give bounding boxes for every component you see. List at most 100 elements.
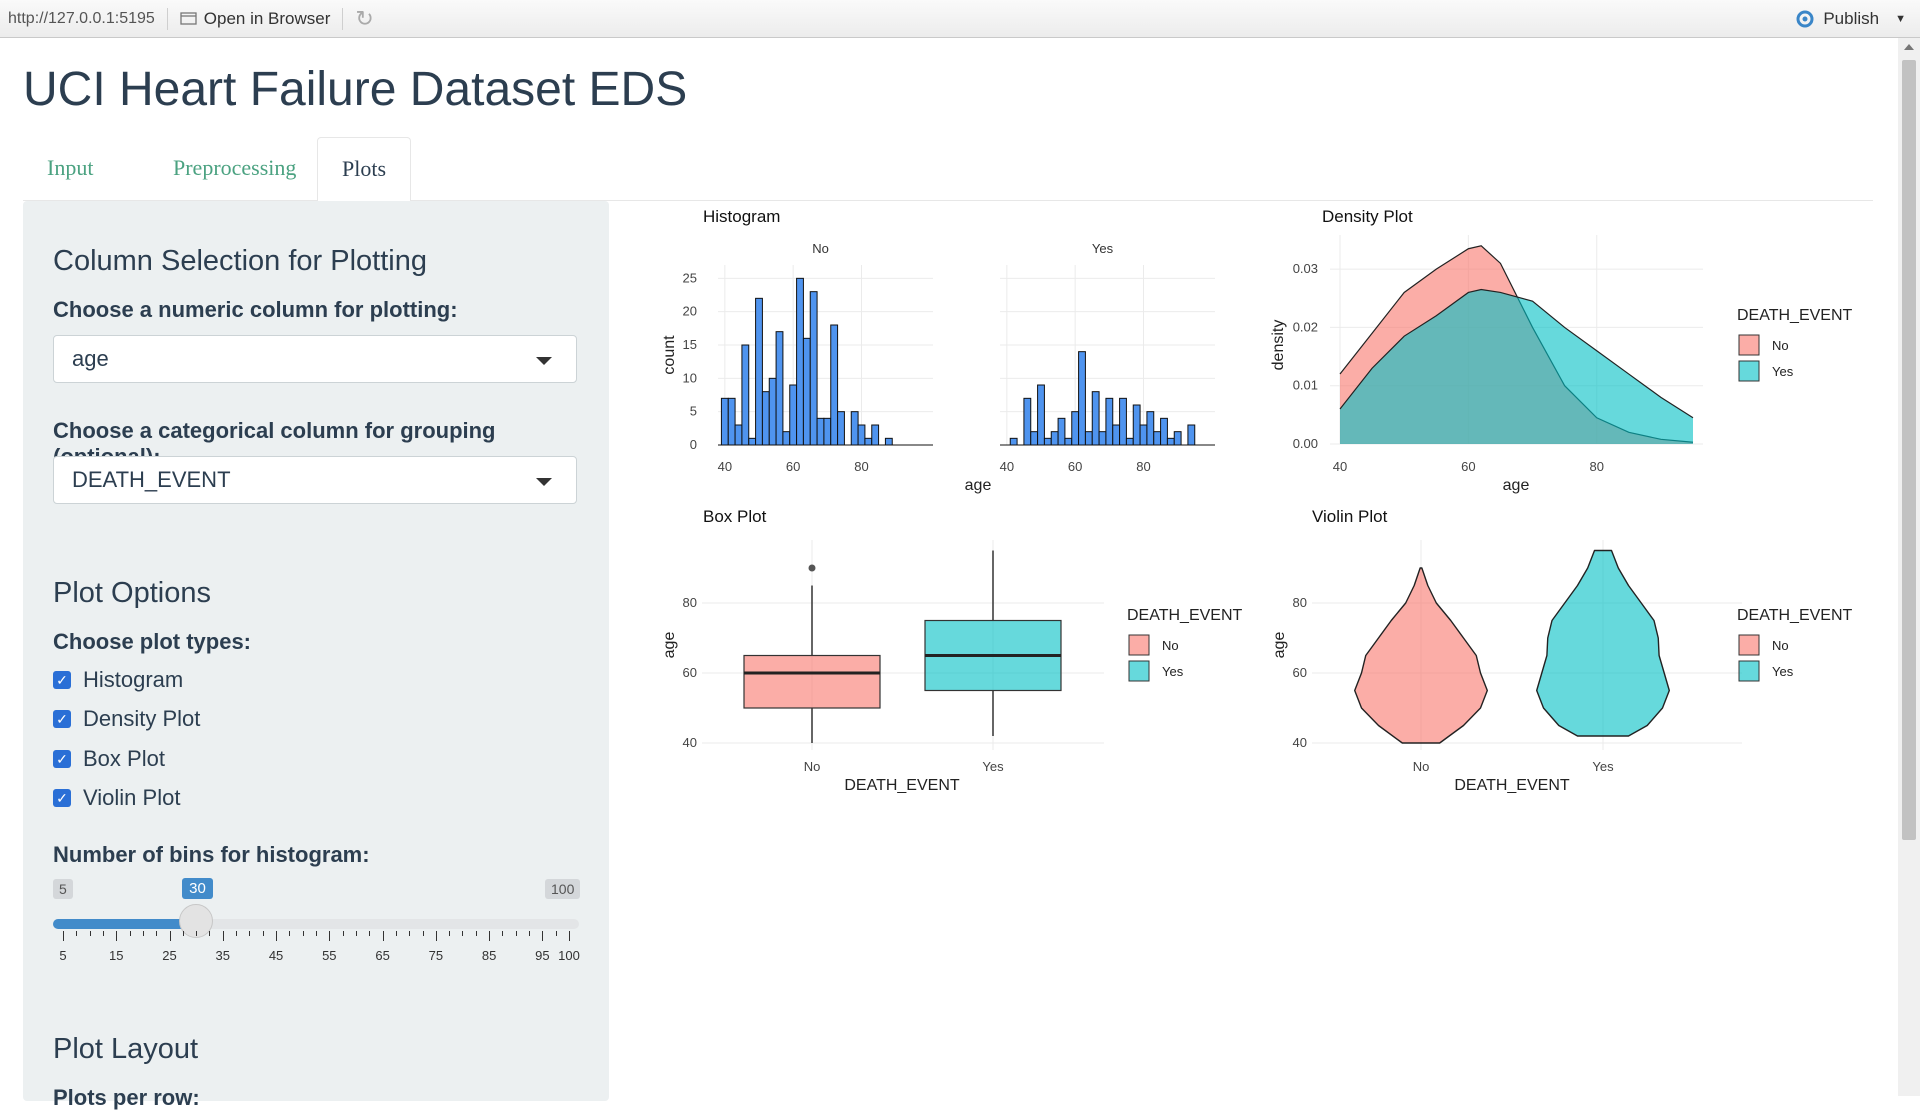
plot-types-label: Choose plot types: — [53, 629, 252, 654]
y-tick-label: 5 — [690, 404, 697, 419]
slider-tick-label: 65 — [375, 948, 390, 963]
histogram-bar — [1071, 411, 1080, 446]
chart-title: Histogram — [703, 207, 780, 226]
chart-title: Violin Plot — [1312, 507, 1388, 526]
categorical-column-value: DEATH_EVENT — [72, 467, 231, 492]
chevron-down-icon[interactable]: ▼ — [1895, 13, 1906, 25]
y-tick-label: 60 — [683, 665, 697, 680]
slider-tick — [102, 931, 104, 936]
slider-tick — [502, 931, 504, 936]
categorical-column-select[interactable]: DEATH_EVENT — [53, 456, 577, 504]
slider-tick — [422, 931, 424, 936]
legend-key — [1738, 660, 1760, 682]
histogram-bar — [1187, 424, 1196, 446]
checkbox-violin[interactable]: ✓ Violin Plot — [53, 785, 180, 811]
checkbox-checked-icon[interactable]: ✓ — [53, 750, 71, 768]
checkbox-label: Box Plot — [83, 746, 165, 771]
slider-max-label: 100 — [545, 879, 581, 899]
y-tick-label: 40 — [1293, 735, 1307, 750]
checkbox-label: Histogram — [83, 667, 184, 692]
checkbox-checked-icon[interactable]: ✓ — [53, 671, 71, 689]
slider-tick — [329, 931, 331, 941]
histogram-bar — [1119, 397, 1127, 446]
histogram-bar — [782, 431, 791, 446]
slider-tick — [489, 931, 491, 941]
y-tick-label: 0.02 — [1293, 319, 1318, 334]
scrollbar-thumb[interactable] — [1902, 60, 1916, 840]
legend-title: DEATH_EVENT — [1127, 607, 1243, 624]
x-tick-label: 60 — [786, 459, 800, 474]
legend-title: DEATH_EVENT — [1737, 607, 1853, 624]
chevron-down-icon — [536, 357, 552, 365]
publish-icon — [1796, 10, 1814, 27]
slider-tick — [142, 931, 144, 936]
checkbox-checked-icon[interactable]: ✓ — [53, 710, 71, 728]
publish-button[interactable]: Publish ▼ — [1793, 0, 1906, 37]
y-tick-label: 0.00 — [1293, 436, 1318, 451]
histogram-bar — [768, 377, 777, 446]
x-tick-label: Yes — [1592, 759, 1614, 774]
slider-tick-label: 75 — [428, 948, 444, 963]
histogram-bar — [1091, 391, 1100, 446]
histogram-bar — [823, 417, 832, 446]
slider-tick — [262, 931, 264, 936]
histogram-bar — [1139, 424, 1148, 446]
slider-tick — [435, 931, 437, 941]
histogram-bar — [802, 337, 811, 446]
histogram-bar — [796, 277, 804, 446]
histogram-bar — [1098, 431, 1107, 446]
x-axis-label: DEATH_EVENT — [1454, 777, 1570, 794]
legend-label: No — [1772, 338, 1789, 353]
slider-tick — [355, 931, 357, 936]
slider-tick-label: 25 — [162, 948, 177, 963]
checkbox-checked-icon[interactable]: ✓ — [53, 789, 71, 807]
histogram-bar — [1057, 417, 1066, 446]
histogram-bar — [850, 411, 859, 446]
slider-tick — [569, 931, 570, 941]
slider-tick — [249, 931, 251, 936]
slider-tick — [156, 931, 158, 936]
numeric-column-label: Choose a numeric column for plotting: — [53, 297, 458, 322]
slider-tick-label: 45 — [268, 948, 284, 963]
box-outlier — [808, 564, 816, 572]
x-tick-label: 80 — [1136, 459, 1150, 474]
scroll-up-icon[interactable] — [1904, 44, 1914, 50]
facet-label: Yes — [1092, 241, 1114, 256]
checkbox-histogram[interactable]: ✓ Histogram — [53, 667, 183, 693]
checkbox-density[interactable]: ✓ Density Plot — [53, 706, 200, 732]
slider-tick-label: 85 — [481, 948, 497, 963]
x-tick-label: 80 — [1589, 459, 1603, 474]
legend-key — [1738, 360, 1760, 382]
histogram-bar — [1009, 437, 1018, 446]
legend-label: Yes — [1772, 364, 1794, 379]
slider-tick — [342, 931, 344, 936]
y-axis-label: age — [1271, 632, 1288, 659]
numeric-column-select[interactable]: age — [53, 335, 577, 383]
histogram-bar — [761, 391, 770, 446]
tab-preprocessing[interactable]: Preprocessing — [149, 137, 320, 199]
page-scrollbar[interactable] — [1898, 38, 1920, 1096]
legend-key — [1738, 634, 1760, 656]
slider-tick — [302, 931, 304, 936]
y-tick-label: 10 — [683, 370, 697, 385]
histogram-bar — [864, 437, 873, 446]
refresh-icon[interactable]: ↻ — [355, 6, 373, 32]
section-title-plot-layout: Plot Layout — [53, 1033, 199, 1065]
numeric-column-value: age — [72, 346, 109, 371]
url-text: http://127.0.0.1:5195 — [8, 9, 155, 27]
y-axis-label: age — [661, 632, 678, 659]
slider-tick — [169, 931, 171, 941]
x-tick-label: 60 — [1461, 459, 1475, 474]
checkbox-box[interactable]: ✓ Box Plot — [53, 746, 165, 772]
open-in-browser-button[interactable]: Open in Browser — [180, 9, 330, 29]
slider-value-label: 30 — [182, 878, 213, 899]
slider-tick — [76, 931, 78, 936]
x-axis-label: age — [965, 477, 992, 494]
slider-tick — [542, 931, 544, 941]
histogram-bar — [789, 384, 798, 446]
tab-input[interactable]: Input — [23, 137, 117, 199]
tab-plots[interactable]: Plots — [317, 137, 412, 202]
histogram-bar — [1023, 397, 1032, 446]
slider-min-label: 5 — [53, 879, 73, 899]
histogram-bar — [1112, 424, 1121, 446]
